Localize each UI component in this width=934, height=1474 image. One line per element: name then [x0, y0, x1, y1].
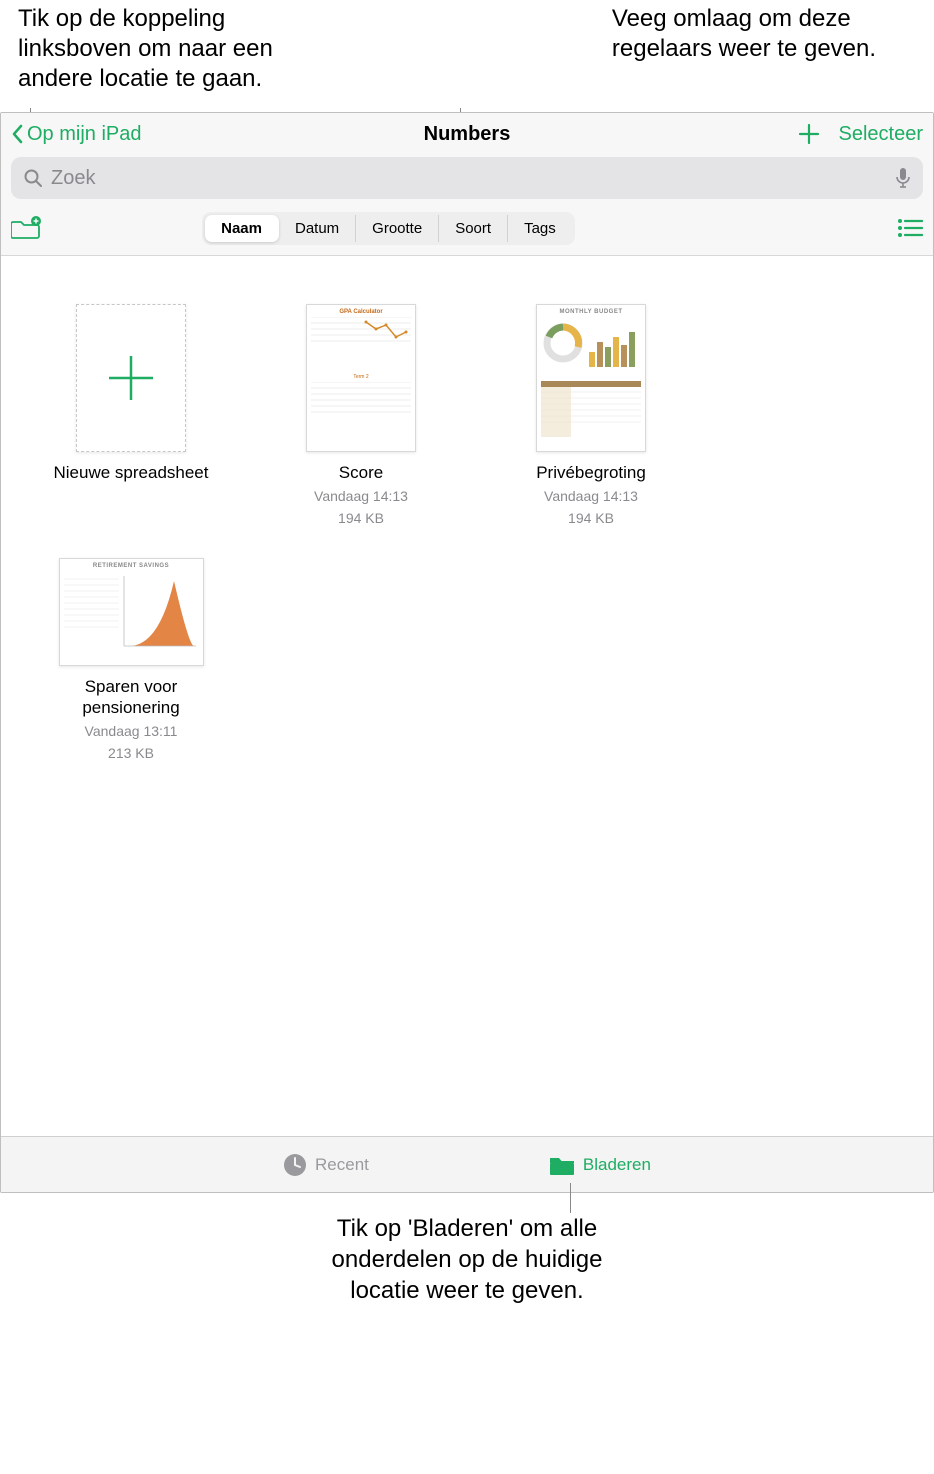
app-window: Op mijn iPad Numbers Selecteer Zoek	[0, 112, 934, 1193]
doc-name: Sparen voor pensionering	[31, 676, 231, 719]
doc-size: 194 KB	[261, 509, 461, 527]
callout-top-left: Tik op de koppeling linksboven om naar e…	[18, 4, 512, 94]
doc-name: Score	[261, 462, 461, 483]
view-toggle-button[interactable]	[897, 218, 923, 238]
new-spreadsheet-thumb	[76, 304, 186, 452]
plus-icon	[103, 350, 159, 406]
callout-top-right: Veeg omlaag om deze regelaars weer te ge…	[552, 4, 916, 94]
doc-thumb: GPA Calculator Term 2	[306, 304, 416, 452]
doc-name: Privébegroting	[491, 462, 691, 483]
new-spreadsheet-item[interactable]: Nieuwe spreadsheet	[31, 304, 231, 528]
search-placeholder: Zoek	[51, 167, 895, 190]
clock-icon	[283, 1153, 307, 1177]
list-icon	[897, 218, 923, 238]
tab-recent[interactable]: Recent	[283, 1153, 369, 1177]
tab-label: Recent	[315, 1155, 369, 1175]
search-input[interactable]: Zoek	[11, 157, 923, 199]
back-button[interactable]: Op mijn iPad	[11, 123, 142, 146]
doc-item-privebegroting[interactable]: MONTHLY BUDGET	[491, 304, 691, 528]
back-label: Op mijn iPad	[27, 123, 142, 146]
new-folder-button[interactable]	[11, 216, 41, 240]
doc-item-sparen-pensionering[interactable]: RETIREMENT SAVINGS Sparen voor p	[31, 558, 231, 763]
chevron-left-icon	[11, 124, 25, 144]
callout-bottom: Tik op 'Bladeren' om alle onderdelen op …	[0, 1193, 934, 1317]
folder-plus-icon	[11, 216, 41, 240]
documents-grid: Nieuwe spreadsheet GPA Calculator	[31, 304, 903, 763]
doc-date: Vandaag 13:11	[31, 722, 231, 740]
tab-bladeren[interactable]: Bladeren	[549, 1154, 651, 1176]
sort-seg-naam[interactable]: Naam	[205, 215, 279, 242]
doc-date: Vandaag 14:13	[491, 487, 691, 505]
select-button[interactable]: Selecteer	[839, 123, 924, 146]
sort-seg-datum[interactable]: Datum	[279, 215, 356, 242]
doc-thumb: MONTHLY BUDGET	[536, 304, 646, 452]
doc-item-score[interactable]: GPA Calculator Term 2	[261, 304, 461, 528]
content-area: Nieuwe spreadsheet GPA Calculator	[1, 256, 933, 1136]
doc-date: Vandaag 14:13	[261, 487, 461, 505]
toolbar: Op mijn iPad Numbers Selecteer Zoek	[1, 113, 933, 256]
add-button[interactable]	[797, 122, 821, 146]
doc-thumb: RETIREMENT SAVINGS	[59, 558, 204, 666]
page-title: Numbers	[11, 123, 923, 146]
tab-label: Bladeren	[583, 1155, 651, 1175]
search-icon	[23, 168, 43, 188]
plus-icon	[797, 122, 821, 146]
callout-leader-bottom	[570, 1183, 571, 1213]
sort-segmented-control: Naam Datum Grootte Soort Tags	[202, 212, 575, 245]
doc-size: 213 KB	[31, 744, 231, 762]
doc-name: Nieuwe spreadsheet	[31, 462, 231, 483]
dictation-icon[interactable]	[895, 167, 911, 189]
tab-bar: Recent Bladeren	[1, 1136, 933, 1192]
sort-seg-grootte[interactable]: Grootte	[356, 215, 439, 242]
sort-seg-tags[interactable]: Tags	[508, 215, 572, 242]
folder-icon	[549, 1154, 575, 1176]
sort-seg-soort[interactable]: Soort	[439, 215, 508, 242]
doc-size: 194 KB	[491, 509, 691, 527]
